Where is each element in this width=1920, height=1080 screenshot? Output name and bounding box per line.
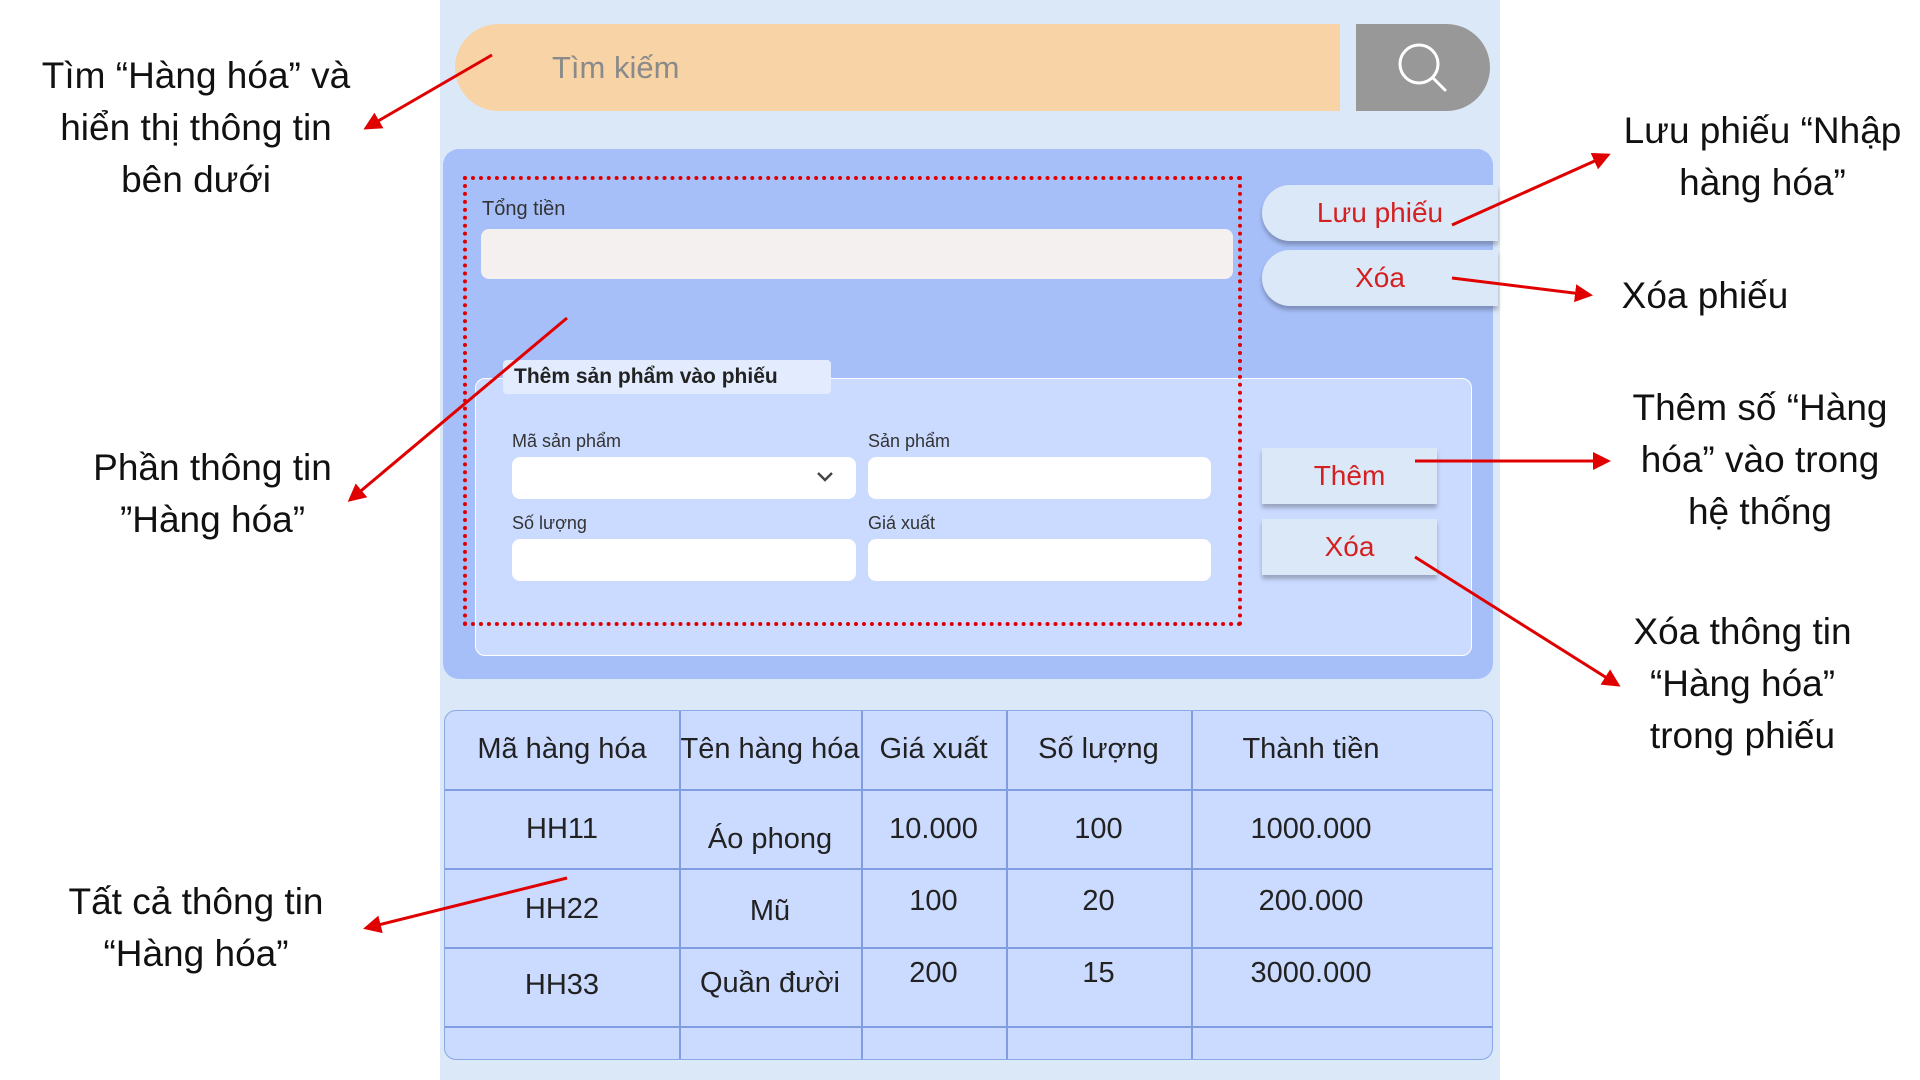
arrow — [363, 53, 493, 130]
arrow — [1414, 555, 1621, 687]
arrow — [1451, 276, 1593, 303]
arrow — [347, 316, 568, 502]
arrow — [1451, 152, 1611, 227]
annotation-arrows — [347, 53, 1621, 934]
arrow — [363, 876, 568, 934]
